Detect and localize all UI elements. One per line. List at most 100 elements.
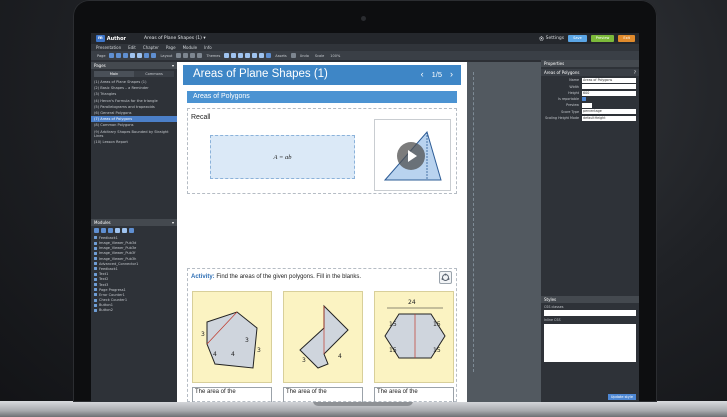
help-icon[interactable]: ?: [634, 69, 636, 76]
export-icon[interactable]: [151, 53, 157, 58]
module-type-icon: [94, 246, 97, 250]
module-group-icon[interactable]: [129, 228, 134, 234]
menu-item-info[interactable]: Info: [204, 45, 212, 50]
menu-item-page[interactable]: Page: [166, 45, 176, 50]
module-item[interactable]: Button2: [91, 308, 177, 313]
collapse-icon[interactable]: ▾: [172, 219, 174, 226]
app-screen: m Author Areas of Plane Shapes (1) ▾ Set…: [91, 33, 639, 402]
page-item[interactable]: (10) Lesson Report: [91, 139, 177, 145]
video-thumbnail[interactable]: [374, 119, 451, 191]
module-item-label: Text1: [99, 272, 109, 277]
collapse-icon[interactable]: ▾: [172, 62, 174, 69]
preview-input[interactable]: [582, 102, 592, 108]
theme-2-icon[interactable]: [231, 53, 237, 58]
guide-line[interactable]: [473, 72, 474, 372]
page-item[interactable]: (9) Arbitrary Shapes Bounded by Straight…: [91, 129, 177, 139]
prop-width-input[interactable]: [582, 84, 636, 89]
theme-3-icon[interactable]: [238, 53, 244, 58]
theme-4-icon[interactable]: [245, 53, 251, 58]
add-page-icon[interactable]: [109, 53, 115, 58]
next-page-icon[interactable]: ›: [450, 69, 453, 79]
prev-page-icon[interactable]: ‹: [421, 69, 424, 79]
assets-icon[interactable]: [290, 53, 296, 58]
update-style-button[interactable]: Update style: [607, 394, 636, 400]
inline-css-textarea[interactable]: [544, 323, 636, 362]
document-title[interactable]: Areas of Plane Shapes (1) ▾: [144, 36, 206, 41]
play-icon[interactable]: [397, 142, 425, 170]
fig2-label: 3: [302, 357, 306, 364]
reportable-checkbox[interactable]: [582, 97, 586, 101]
answer-box[interactable]: The area of the: [374, 387, 454, 402]
activity-box[interactable]: Activity: Find the areas of the given po…: [187, 268, 457, 402]
save-button[interactable]: Save: [568, 35, 587, 42]
module-item-label: Image_Viewer_Pub3f: [99, 251, 136, 256]
prop-name-input[interactable]: Areas of Polygons: [582, 77, 636, 83]
copy-page-icon[interactable]: [116, 53, 122, 58]
fig1-label: 3: [257, 347, 261, 354]
tab-main[interactable]: Main: [94, 71, 134, 77]
connector-icon[interactable]: [439, 271, 452, 284]
prop-height-input[interactable]: 600: [582, 90, 636, 96]
inline-css-label-text: Inline CSS: [544, 317, 561, 322]
module-type-icon: [94, 298, 97, 302]
module-type-icon: [94, 262, 97, 266]
zoom-value[interactable]: 100%: [330, 54, 340, 58]
preview-button[interactable]: Preview: [590, 35, 615, 42]
align-right-icon[interactable]: [190, 53, 196, 58]
module-down-icon[interactable]: [122, 228, 127, 234]
distribute-icon[interactable]: [197, 53, 203, 58]
exit-button[interactable]: Exit: [618, 35, 635, 42]
theme-5-icon[interactable]: [252, 53, 258, 58]
module-up-icon[interactable]: [115, 228, 120, 234]
toolbar-themes-label: Themes: [206, 53, 221, 58]
menu-item-module[interactable]: Module: [183, 45, 198, 50]
css-classes-select[interactable]: [544, 310, 636, 316]
move-up-icon[interactable]: [130, 53, 136, 58]
pages-tabs: Main Commons: [94, 71, 174, 77]
scaling-mode-select[interactable]: defaultHeight: [582, 115, 636, 121]
slide-page[interactable]: Areas of Plane Shapes (1) ‹ 1/5 › Areas …: [177, 62, 467, 402]
fig3-label: 15: [433, 347, 441, 354]
answer-box[interactable]: The area of the: [283, 387, 363, 402]
theme-1-icon[interactable]: [224, 53, 230, 58]
module-item-label: Error Counter1: [99, 292, 125, 297]
polygon-figure-3[interactable]: 24 15 15 15 15: [374, 291, 454, 383]
formula-box[interactable]: A = ab: [210, 135, 355, 179]
module-delete-icon[interactable]: [108, 228, 113, 234]
fig1-label: 3: [245, 337, 249, 344]
menu-item-presentation[interactable]: Presentation: [96, 45, 121, 50]
settings-button[interactable]: Settings: [538, 36, 564, 41]
module-item-label: Page Progress1: [99, 287, 126, 292]
theme-7-icon[interactable]: [266, 53, 272, 58]
toolbar-layout-label: Layout: [160, 53, 173, 58]
activity-label: Activity:: [191, 274, 215, 280]
align-left-icon[interactable]: [176, 53, 182, 58]
module-item-label: Advanced_Connector1: [99, 261, 139, 266]
prop-label: Name: [569, 78, 579, 82]
fig3-label: 15: [389, 347, 397, 354]
theme-6-icon[interactable]: [259, 53, 265, 58]
toolbar-undo-label[interactable]: Undo: [300, 54, 309, 58]
modules-panel-header: Modules ▾: [91, 219, 177, 227]
module-add-icon[interactable]: [94, 228, 99, 234]
menu-bar: Presentation Edit Chapter Page Module In…: [91, 44, 639, 51]
tab-commons[interactable]: Commons: [134, 71, 174, 77]
module-item-label: Image_Viewer_Pub3e: [99, 246, 137, 251]
recall-box[interactable]: Recall A = ab: [187, 108, 457, 194]
module-item-label: Feedback1: [99, 266, 118, 271]
top-bar: m Author Areas of Plane Shapes (1) ▾ Set…: [91, 33, 639, 44]
module-copy-icon[interactable]: [101, 228, 106, 234]
menu-item-edit[interactable]: Edit: [128, 45, 136, 50]
module-item-label: Check Counter1: [99, 298, 128, 303]
slide-navigation: ‹ 1/5 ›: [421, 69, 453, 79]
polygon-3-icon: 24 15 15 15 15: [384, 299, 446, 359]
align-center-icon[interactable]: [183, 53, 189, 58]
menu-item-chapter[interactable]: Chapter: [143, 45, 159, 50]
score-type-select[interactable]: percentage: [582, 109, 636, 114]
answer-box[interactable]: The area of the: [192, 387, 272, 402]
polygon-figure-1[interactable]: 3 4 3 4 3: [192, 291, 272, 383]
import-icon[interactable]: [144, 53, 150, 58]
move-down-icon[interactable]: [137, 53, 143, 58]
delete-page-icon[interactable]: [123, 53, 129, 58]
polygon-figure-2[interactable]: 3 4: [283, 291, 363, 383]
